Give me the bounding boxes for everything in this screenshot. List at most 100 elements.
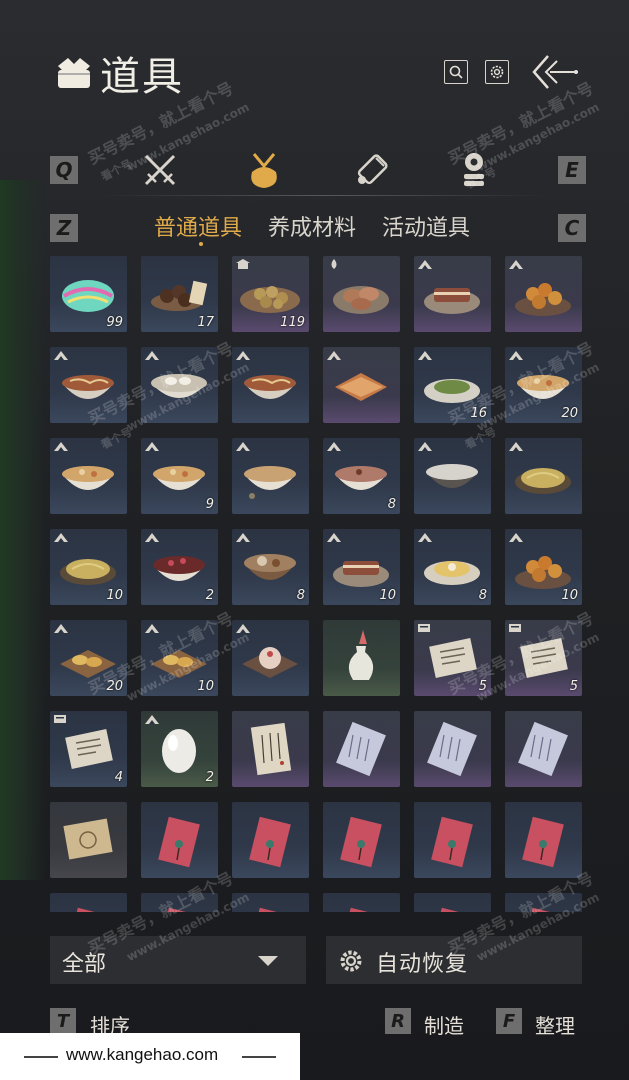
item-slot[interactable]: 9: [141, 438, 218, 514]
item-slot[interactable]: [323, 347, 400, 423]
footer-url[interactable]: www.kangehao.com: [66, 1045, 218, 1065]
item-slot[interactable]: [414, 802, 491, 878]
subtab-common-items[interactable]: 普通道具: [154, 210, 242, 242]
item-slot[interactable]: [232, 893, 309, 912]
gear-icon: [490, 65, 504, 79]
item-slot[interactable]: [232, 620, 309, 696]
item-slot[interactable]: [50, 438, 127, 514]
auto-restore-button[interactable]: 自动恢复: [326, 936, 582, 984]
organize-label[interactable]: 整理: [535, 1010, 575, 1039]
item-slot[interactable]: [505, 802, 582, 878]
mountain-badge-icon: [54, 351, 68, 360]
item-quantity: 8: [296, 588, 305, 603]
item-quantity: 8: [478, 588, 487, 603]
item-quantity: 2: [205, 588, 214, 603]
subtab-event-items[interactable]: 活动道具: [382, 210, 470, 242]
item-slot[interactable]: 16: [414, 347, 491, 423]
item-slot[interactable]: 2: [141, 529, 218, 605]
letter-icon: [250, 722, 292, 776]
item-slot[interactable]: [505, 711, 582, 787]
item-slot[interactable]: 10: [50, 529, 127, 605]
mountain-badge-icon: [418, 260, 432, 269]
item-slot[interactable]: 10: [323, 529, 400, 605]
item-slot[interactable]: [232, 438, 309, 514]
item-slot[interactable]: [414, 711, 491, 787]
mountain-badge-icon: [418, 442, 432, 451]
prev-subtab-key[interactable]: Z: [50, 214, 78, 242]
item-slot[interactable]: [50, 347, 127, 423]
prev-category-key[interactable]: Q: [50, 156, 78, 184]
item-slot[interactable]: 8: [232, 529, 309, 605]
organize-key[interactable]: F: [496, 1008, 522, 1034]
craft-key[interactable]: R: [385, 1008, 411, 1034]
filter-dropdown[interactable]: 全部: [50, 936, 306, 984]
scroll-badge-icon: [54, 715, 66, 723]
item-slot[interactable]: [414, 438, 491, 514]
item-quantity: 10: [561, 588, 578, 603]
item-slot[interactable]: [323, 711, 400, 787]
active-subtab-indicator: [199, 242, 203, 246]
mountain-badge-icon: [145, 351, 159, 360]
item-quantity: 17: [197, 315, 214, 330]
item-slot[interactable]: [232, 802, 309, 878]
item-slot[interactable]: [505, 256, 582, 332]
item-slot[interactable]: [323, 893, 400, 912]
item-slot[interactable]: 10: [141, 620, 218, 696]
item-slot[interactable]: [141, 802, 218, 878]
item-slot[interactable]: [505, 893, 582, 912]
mountain-badge-icon: [509, 351, 523, 360]
item-slot[interactable]: [232, 711, 309, 787]
item-slot[interactable]: 99: [50, 256, 127, 332]
item-slot[interactable]: [141, 347, 218, 423]
item-slot[interactable]: 8: [323, 438, 400, 514]
back-arrow-icon[interactable]: [530, 52, 580, 92]
item-grid: 99 17 119 16 20 9 8 10 2 8 10 8 10 20 10 5 5 4 2: [50, 256, 590, 912]
item-slot[interactable]: 8: [414, 529, 491, 605]
red-envelope-icon: [431, 907, 473, 912]
item-slot[interactable]: [414, 893, 491, 912]
item-slot[interactable]: 20: [50, 620, 127, 696]
background-foliage: [0, 180, 46, 880]
item-quantity: 20: [106, 679, 123, 694]
item-slot[interactable]: [505, 438, 582, 514]
item-slot[interactable]: 2: [141, 711, 218, 787]
auto-restore-label: 自动恢复: [376, 952, 469, 977]
pouch-icon[interactable]: [242, 148, 286, 192]
mountain-badge-icon: [145, 624, 159, 633]
item-slot[interactable]: [50, 802, 127, 878]
item-slot[interactable]: [414, 256, 491, 332]
item-quantity: 4: [114, 770, 123, 785]
sort-key[interactable]: T: [50, 1008, 76, 1034]
item-slot[interactable]: 17: [141, 256, 218, 332]
next-category-key[interactable]: E: [558, 156, 586, 184]
item-quantity: 16: [470, 406, 487, 421]
item-slot[interactable]: 119: [232, 256, 309, 332]
item-slot[interactable]: 4: [50, 711, 127, 787]
item-slot[interactable]: [50, 893, 127, 912]
filter-label: 全部: [62, 952, 107, 977]
coin-stack-icon[interactable]: [452, 148, 496, 192]
old-scroll-icon: [63, 818, 113, 860]
search-button[interactable]: [444, 60, 468, 84]
item-slot[interactable]: [323, 620, 400, 696]
craft-label[interactable]: 制造: [424, 1010, 464, 1039]
item-slot[interactable]: [323, 256, 400, 332]
item-slot[interactable]: [323, 802, 400, 878]
item-slot[interactable]: 20: [505, 347, 582, 423]
swords-icon[interactable]: [138, 148, 182, 192]
subtab-cultivation-materials[interactable]: 养成材料: [268, 210, 356, 242]
red-envelope-icon: [249, 907, 291, 912]
item-quantity: 10: [379, 588, 396, 603]
item-slot[interactable]: 5: [414, 620, 491, 696]
item-slot[interactable]: 10: [505, 529, 582, 605]
scroll-badge-icon: [509, 624, 521, 632]
item-slot[interactable]: [232, 347, 309, 423]
blue-letter-icon: [336, 721, 386, 777]
scroll-icon[interactable]: [350, 148, 394, 192]
mountain-badge-icon: [327, 351, 341, 360]
settings-button[interactable]: [485, 60, 509, 84]
item-slot[interactable]: 5: [505, 620, 582, 696]
item-slot[interactable]: [141, 893, 218, 912]
mountain-badge-icon: [509, 442, 523, 451]
next-subtab-key[interactable]: C: [558, 214, 586, 242]
